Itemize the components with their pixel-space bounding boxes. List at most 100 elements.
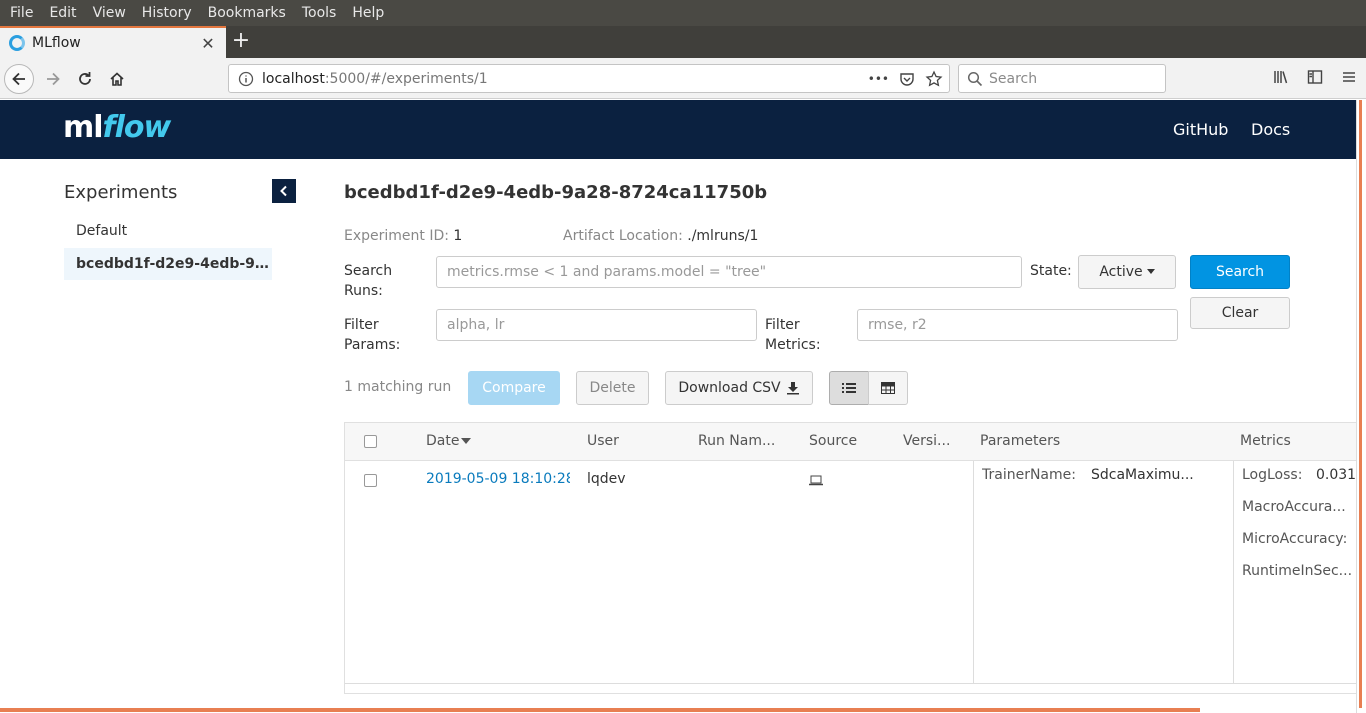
new-tab-button[interactable]: +	[230, 28, 252, 56]
browser-tab-mlflow[interactable]: MLflow ✕	[0, 26, 226, 58]
menu-tools[interactable]: Tools	[294, 5, 345, 21]
experiment-id-value: 1	[453, 228, 463, 244]
filter-params-label-line1: Filter	[344, 317, 379, 333]
mlflow-header: ml flow GitHub Docs	[0, 100, 1356, 159]
docs-link[interactable]: Docs	[1251, 120, 1290, 139]
artifact-location: Artifact Location: ./mlruns/1	[563, 228, 758, 244]
search-runs-label: Search Runs:	[344, 261, 392, 301]
search-runs-label-line1: Search	[344, 263, 393, 279]
run-date-link[interactable]: 2019-05-09 18:10:28	[426, 471, 570, 487]
select-all-checkbox[interactable]	[364, 435, 377, 448]
close-tab-icon[interactable]: ✕	[196, 34, 220, 53]
download-csv-button[interactable]: Download CSV	[665, 371, 813, 405]
reload-button[interactable]	[70, 64, 100, 94]
menu-history[interactable]: History	[134, 5, 200, 21]
column-divider-metrics	[1233, 461, 1234, 683]
metric-key-runtime: RuntimeInSec...	[1242, 563, 1353, 579]
horizontal-scrollbar[interactable]	[0, 708, 1200, 712]
state-label: State:	[1030, 263, 1072, 279]
matching-runs-count: 1 matching run	[344, 379, 452, 395]
sidebar-item-active-experiment[interactable]: bcedbd1f-d2e9-4edb-9a28-8724ca11750b	[64, 248, 272, 280]
pocket-icon[interactable]	[899, 71, 915, 87]
search-placeholder: Search	[989, 70, 1038, 87]
navigation-bar: localhost:5000/#/experiments/1 ••• Searc…	[0, 58, 1366, 99]
search-runs-input[interactable]: metrics.rmse < 1 and params.model = "tre…	[436, 256, 1022, 288]
table-view-toggle[interactable]	[868, 371, 908, 405]
row-checkbox[interactable]	[364, 474, 377, 487]
page-actions-icon[interactable]: •••	[868, 72, 889, 86]
column-header-user[interactable]: User	[587, 433, 619, 449]
column-header-date[interactable]: Date	[426, 433, 472, 449]
metric-key-logloss: LogLoss:	[1242, 467, 1303, 483]
search-button[interactable]: Search	[1190, 255, 1290, 289]
sort-desc-icon	[461, 438, 472, 444]
logo-flow: flow	[102, 110, 172, 145]
delete-button[interactable]: Delete	[576, 371, 649, 405]
download-csv-label: Download CSV	[678, 380, 781, 396]
github-link[interactable]: GitHub	[1173, 120, 1228, 139]
forward-button[interactable]	[38, 64, 68, 94]
filter-metrics-input[interactable]: rmse, r2	[857, 309, 1178, 341]
clear-button[interactable]: Clear	[1190, 297, 1290, 329]
browser-search-bar[interactable]: Search	[958, 64, 1166, 93]
experiment-id: Experiment ID: 1	[344, 228, 462, 244]
column-header-run-name[interactable]: Run Nam...	[698, 433, 775, 449]
table-header: Date User Run Nam... Source Versi... Par…	[345, 423, 1356, 461]
runs-table: Date User Run Nam... Source Versi... Par…	[344, 422, 1356, 694]
column-header-source[interactable]: Source	[809, 433, 857, 449]
artifact-location-label: Artifact Location:	[563, 228, 683, 244]
back-button[interactable]	[4, 64, 34, 94]
metric-key-macro-accuracy: MacroAccura...	[1242, 499, 1346, 515]
column-header-metrics[interactable]: Metrics	[1240, 433, 1291, 449]
column-header-parameters[interactable]: Parameters	[980, 433, 1060, 449]
url-host: localhost	[262, 70, 325, 87]
arrow-left-icon	[12, 72, 25, 86]
filter-metrics-label: Filter Metrics:	[765, 315, 821, 355]
mlflow-logo[interactable]: ml flow	[63, 110, 172, 150]
library-icon[interactable]	[1272, 68, 1290, 86]
sidebar-item-default[interactable]: Default	[64, 215, 272, 247]
column-header-date-label: Date	[426, 433, 460, 449]
list-icon	[842, 383, 856, 393]
run-user: lqdev	[587, 471, 626, 487]
home-icon	[110, 72, 124, 86]
metric-key-micro-accuracy: MicroAccuracy:	[1242, 531, 1348, 547]
sidebar-toggle-icon[interactable]	[1306, 68, 1324, 86]
url-path: :5000/#/experiments/1	[324, 70, 488, 87]
state-dropdown[interactable]: Active	[1078, 255, 1176, 289]
menu-help[interactable]: Help	[344, 5, 392, 21]
bookmark-star-icon[interactable]	[925, 70, 943, 88]
chevron-left-icon	[280, 185, 287, 197]
compare-button[interactable]: Compare	[468, 371, 560, 405]
experiment-id-label: Experiment ID:	[344, 228, 449, 244]
caret-down-icon	[1146, 269, 1155, 274]
filter-params-input[interactable]: alpha, lr	[436, 309, 757, 341]
hamburger-menu-icon[interactable]	[1340, 68, 1358, 86]
experiment-title: bcedbd1f-d2e9-4edb-9a28-8724ca11750b	[344, 182, 768, 203]
list-view-toggle[interactable]	[829, 371, 869, 405]
menu-bar: File Edit View History Bookmarks Tools H…	[0, 0, 1366, 26]
menu-bookmarks[interactable]: Bookmarks	[200, 5, 294, 21]
vertical-scrollbar-thumb[interactable]	[1359, 100, 1362, 708]
search-runs-label-line2: Runs:	[344, 283, 383, 299]
url-bar[interactable]: localhost:5000/#/experiments/1 •••	[228, 64, 950, 93]
artifact-location-value: ./mlruns/1	[687, 228, 759, 244]
table-bottom-divider	[345, 683, 1356, 684]
param-key: TrainerName:	[982, 467, 1076, 483]
menu-edit[interactable]: Edit	[41, 5, 84, 21]
menu-file[interactable]: File	[2, 5, 41, 21]
param-value: SdcaMaximu...	[1091, 467, 1194, 483]
info-icon	[238, 71, 254, 86]
filter-metrics-label-line1: Filter	[765, 317, 800, 333]
collapse-sidebar-button[interactable]	[272, 179, 296, 203]
column-header-version[interactable]: Versi...	[903, 433, 950, 449]
filter-params-label: Filter Params:	[344, 315, 400, 355]
download-icon	[786, 382, 799, 395]
menu-view[interactable]: View	[85, 5, 134, 21]
table-icon	[881, 382, 895, 394]
search-icon	[967, 71, 983, 86]
column-divider-parameters	[973, 461, 974, 683]
arrow-right-icon	[47, 72, 60, 86]
vertical-scrollbar[interactable]	[1356, 100, 1366, 713]
home-button[interactable]	[102, 64, 132, 94]
